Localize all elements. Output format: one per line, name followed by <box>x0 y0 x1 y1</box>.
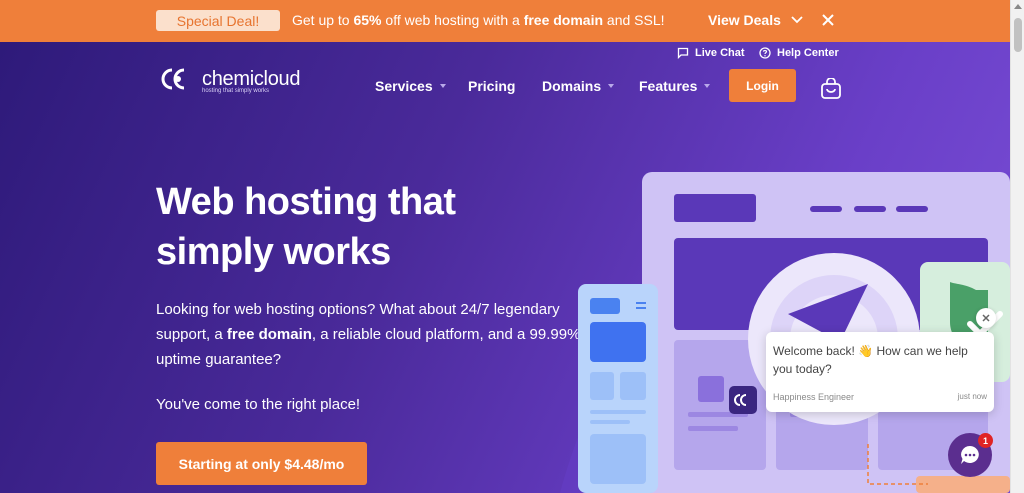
chat-close-button[interactable] <box>976 308 996 328</box>
help-center-label: Help Center <box>777 47 839 59</box>
logo-icon <box>734 394 747 406</box>
headline-line-1: Web hosting that <box>156 181 456 223</box>
view-deals-button[interactable]: View Deals <box>708 12 803 28</box>
unread-count-badge: 1 <box>978 433 993 448</box>
chevron-down-icon <box>791 16 803 24</box>
hero-subtext: You've come to the right place! <box>156 396 361 413</box>
live-chat-label: Live Chat <box>695 47 745 59</box>
hosting-illustration <box>578 172 1010 493</box>
close-icon <box>982 314 990 322</box>
hero-headline: Web hosting that simply works <box>156 177 456 277</box>
cart-icon[interactable] <box>820 78 842 100</box>
chat-agent-avatar <box>729 386 757 414</box>
chat-message: Welcome back! 👋 How can we help you toda… <box>773 344 968 376</box>
caret-down-icon <box>608 84 615 88</box>
chemicloud-logo[interactable]: chemicloud hosting that simply works <box>160 64 300 94</box>
logo-icon <box>161 68 185 90</box>
caret-down-icon <box>704 84 711 88</box>
view-deals-label: View Deals <box>708 12 781 28</box>
nav-domains[interactable]: Domains <box>542 78 615 94</box>
scroll-thumb[interactable] <box>1014 18 1022 52</box>
nav-services-label: Services <box>375 78 433 94</box>
login-button[interactable]: Login <box>729 69 796 102</box>
nav-services[interactable]: Services <box>375 78 446 94</box>
chat-timestamp: just now <box>957 392 987 401</box>
promo-bar: Special Deal! Get up to 65% off web host… <box>0 0 1010 42</box>
help-icon <box>759 47 771 59</box>
chat-sender: Happiness Engineer <box>773 392 855 402</box>
live-chat-link[interactable]: Live Chat <box>677 47 745 59</box>
help-center-link[interactable]: Help Center <box>759 47 839 59</box>
promo-text: Get up to 65% off web hosting with a fre… <box>292 12 665 28</box>
nav-domains-label: Domains <box>542 78 602 94</box>
waving-hand-icon: 👋 <box>858 344 874 358</box>
headline-line-2: simply works <box>156 231 391 273</box>
logo-tagline: hosting that simply works <box>202 88 270 94</box>
hero-description: Looking for web hosting options? What ab… <box>156 301 581 368</box>
caret-down-icon <box>439 84 446 88</box>
nav-features[interactable]: Features <box>639 78 711 94</box>
scroll-up-arrow[interactable] <box>1014 4 1022 9</box>
chat-message-bubble[interactable]: Welcome back! 👋 How can we help you toda… <box>766 332 994 412</box>
starting-price-button[interactable]: Starting at only $4.48/mo <box>156 442 367 485</box>
close-icon[interactable] <box>818 10 838 30</box>
nav-pricing[interactable]: Pricing <box>468 78 515 94</box>
chat-icon <box>677 47 689 59</box>
chat-icon <box>961 446 979 464</box>
page-scrollbar[interactable] <box>1010 0 1024 493</box>
nav-features-label: Features <box>639 78 698 94</box>
hero-section: Live Chat Help Center chemicloud hosting… <box>0 42 1010 493</box>
special-deal-badge: Special Deal! <box>156 10 280 31</box>
nav-pricing-label: Pricing <box>468 78 516 94</box>
